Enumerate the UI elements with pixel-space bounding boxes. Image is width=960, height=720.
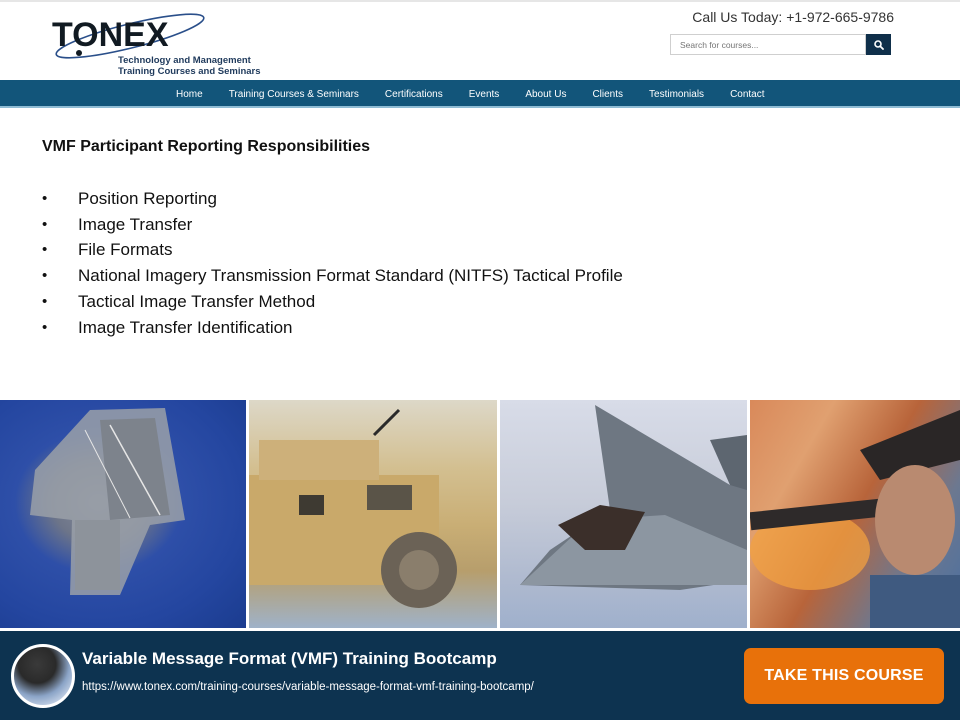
search-input[interactable] — [670, 34, 866, 55]
content-title: VMF Participant Reporting Responsibiliti… — [42, 138, 371, 155]
nav-item-home[interactable]: Home — [176, 89, 203, 100]
nav-item-training-courses[interactable]: Training Courses & Seminars — [229, 89, 359, 100]
photo-military-humvee — [249, 400, 497, 628]
nav-items: Home Training Courses & Seminars Certifi… — [176, 80, 791, 108]
course-title: Variable Message Format (VMF) Training B… — [82, 649, 497, 668]
logo-tagline: Technology and Management Training Cours… — [118, 55, 261, 77]
nav-item-certifications[interactable]: Certifications — [385, 89, 443, 100]
search-button[interactable] — [866, 34, 891, 55]
photo-strip — [0, 400, 960, 628]
aircraft-carrier-illustration — [30, 408, 185, 595]
logo-wordmark: TONEX — [52, 16, 169, 54]
list-item: Image Transfer Identification — [42, 315, 623, 341]
phone-number: Call Us Today: +1-972-665-9786 — [692, 9, 894, 25]
logo-tagline-line2: Training Courses and Seminars — [118, 66, 261, 77]
search-icon — [873, 39, 884, 50]
responsibilities-list: Position Reporting Image Transfer File F… — [42, 186, 623, 340]
list-item: Image Transfer — [42, 212, 623, 238]
nav-item-contact[interactable]: Contact — [730, 89, 764, 100]
tonex-logo[interactable]: TONEX Technology and Management Training… — [52, 12, 261, 77]
firefighter-illustration — [750, 410, 960, 628]
photo-aircraft-carrier — [0, 400, 246, 628]
photo-fighter-jet — [500, 400, 747, 628]
list-item: National Imagery Transmission Format Sta… — [42, 263, 623, 289]
logo-tagline-line1: Technology and Management — [118, 55, 251, 66]
course-avatar — [11, 644, 75, 708]
nav-item-events[interactable]: Events — [469, 89, 500, 100]
fighter-jet-illustration — [520, 405, 747, 590]
site-header: TONEX Technology and Management Training… — [0, 0, 960, 80]
main-nav: Home Training Courses & Seminars Certifi… — [0, 80, 960, 108]
list-item: Position Reporting — [42, 186, 623, 212]
nav-item-clients[interactable]: Clients — [592, 89, 623, 100]
list-item: Tactical Image Transfer Method — [42, 289, 623, 315]
take-this-course-button[interactable]: TAKE THIS COURSE — [744, 648, 944, 704]
humvee-illustration — [249, 408, 457, 608]
list-item: File Formats — [42, 237, 623, 263]
course-footer: Variable Message Format (VMF) Training B… — [0, 631, 960, 720]
nav-item-about-us[interactable]: About Us — [525, 89, 566, 100]
nav-item-testimonials[interactable]: Testimonials — [649, 89, 704, 100]
photo-firefighter — [750, 400, 960, 628]
course-url-link[interactable]: https://www.tonex.com/training-courses/v… — [82, 681, 534, 693]
